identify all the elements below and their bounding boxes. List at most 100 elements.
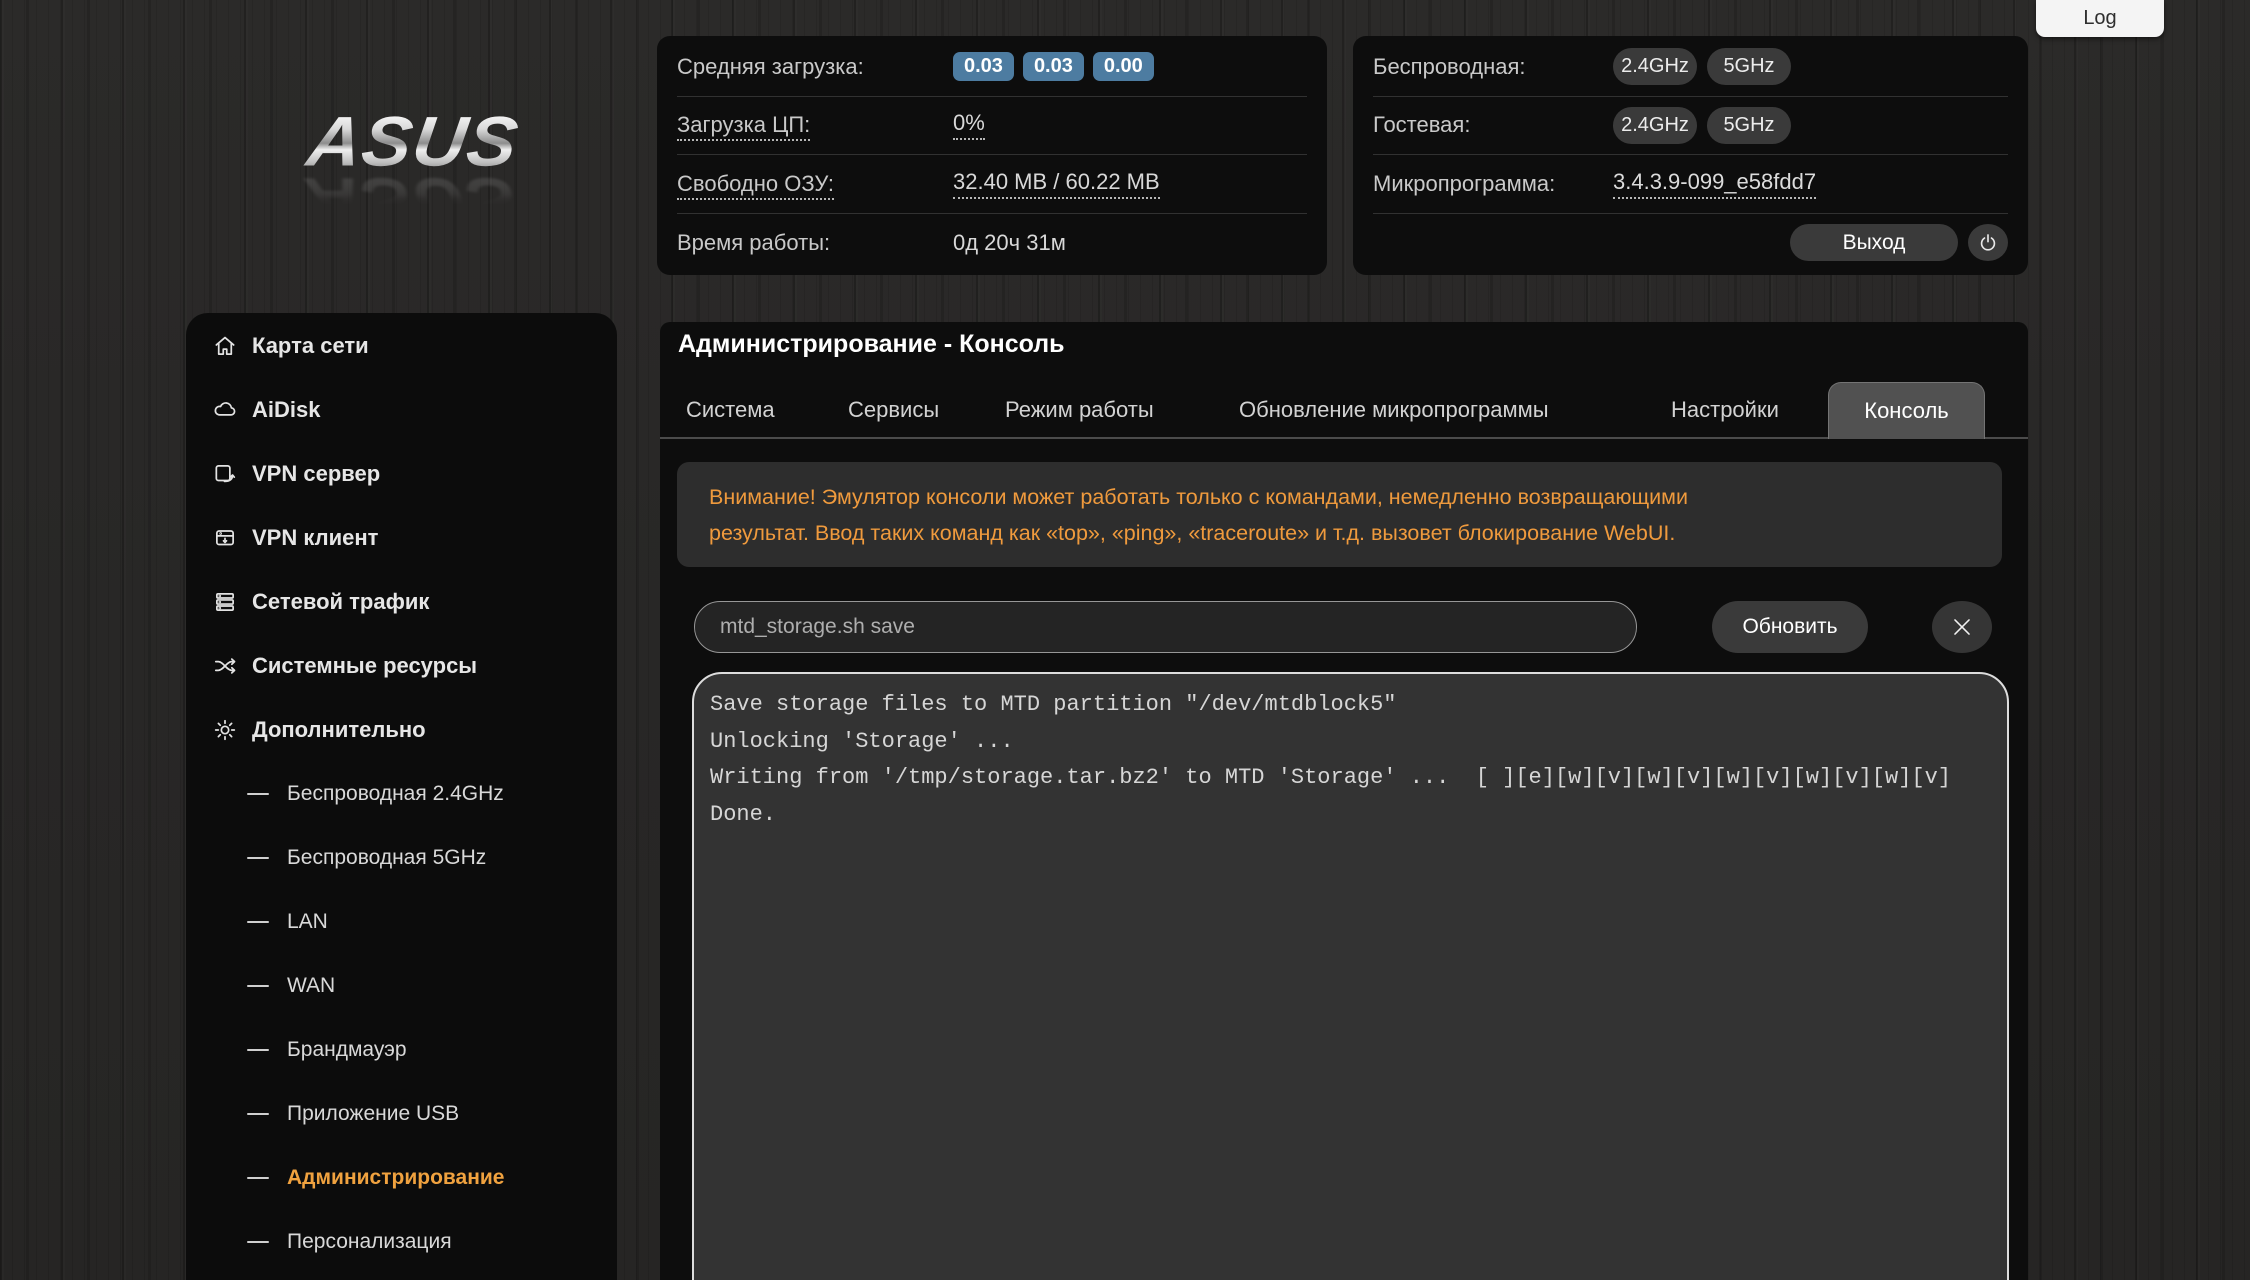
asus-logo-reflection: ASUS	[263, 163, 562, 242]
close-icon	[1954, 619, 1970, 635]
cpu-load-row: Загрузка ЦП: 0%	[677, 97, 1307, 155]
vpn-client-icon	[212, 525, 238, 551]
home-icon	[212, 333, 238, 359]
dash-icon	[247, 921, 269, 923]
sidebar-item-network-traffic[interactable]: Сетевой трафик	[186, 570, 617, 634]
uptime-label: Время работы:	[677, 229, 831, 255]
sidebar-item-aidisk[interactable]: AiDisk	[186, 378, 617, 442]
wireless-5ghz-button[interactable]: 5GHz	[1707, 48, 1791, 86]
load-badge-1m: 0.03	[953, 52, 1014, 82]
console-output[interactable]: Save storage files to MTD partition "/de…	[692, 672, 2009, 1280]
logout-row: Выход	[1373, 214, 2008, 273]
tab-operation-mode[interactable]: Режим работы	[1005, 383, 1154, 437]
gear-icon	[212, 717, 238, 743]
console-output-line: Done.	[710, 801, 777, 827]
wireless-panel: Беспроводная: 2.4GHz 5GHz Гостевая: 2.4G…	[1353, 36, 2028, 275]
dash-icon	[247, 1177, 269, 1179]
sidebar-item-system-resources[interactable]: Системные ресурсы	[186, 634, 617, 698]
console-output-line: Unlocking 'Storage' ...	[710, 728, 1014, 754]
dash-icon	[247, 985, 269, 987]
dash-icon	[247, 1049, 269, 1051]
load-badge-5m: 0.03	[1022, 52, 1084, 82]
wireless-label: Беспроводная:	[1373, 53, 1526, 79]
clear-button[interactable]	[1932, 601, 1992, 653]
tab-services[interactable]: Сервисы	[848, 383, 939, 437]
sidebar-subitem-label: Приложение USB	[287, 1102, 460, 1125]
sidebar-item-advanced[interactable]: Дополнительно	[186, 698, 617, 762]
log-button[interactable]: Log	[2036, 0, 2164, 37]
firmware-label: Микропрограмма:	[1373, 170, 1556, 196]
sidebar-subitem-label: Брандмауэр	[287, 1038, 407, 1061]
load-average-badges: 0.03 0.03 0.00	[953, 52, 1163, 82]
sidebar-item-label: Системные ресурсы	[252, 653, 478, 678]
sidebar-item-label: Дополнительно	[252, 717, 426, 742]
console-output-line: Save storage files to MTD partition "/de…	[710, 692, 1397, 717]
sidebar-item-label: Карта сети	[252, 333, 369, 358]
guest-label: Гостевая:	[1373, 112, 1471, 138]
load-average-label: Средняя загрузка:	[677, 53, 864, 79]
uptime-row: Время работы: 0д 20ч 31м	[677, 214, 1307, 273]
asus-logo-text: ASUS	[263, 102, 562, 181]
dash-icon	[247, 793, 269, 795]
sidebar-item-lan[interactable]: LAN	[186, 890, 617, 954]
dash-icon	[247, 1113, 269, 1115]
sidebar-subitem-label: Администрирование	[287, 1166, 505, 1189]
console-warning: Внимание! Эмулятор консоли может работат…	[677, 462, 2002, 567]
sidebar-subitem-label: Беспроводная 2.4GHz	[287, 782, 504, 805]
firmware-version-link[interactable]: 3.4.3.9-099_e58fdd7	[1613, 169, 1817, 199]
sidebar: Карта сети AiDisk VPN сервер VPN клиент …	[186, 313, 617, 1280]
cloud-icon	[212, 397, 238, 423]
tab-settings[interactable]: Настройки	[1671, 383, 1779, 437]
guest-5ghz-button[interactable]: 5GHz	[1707, 106, 1791, 144]
firmware-row: Микропрограмма: 3.4.3.9-099_e58fdd7	[1373, 155, 2008, 214]
sidebar-item-label: AiDisk	[252, 397, 321, 422]
sidebar-item-personalization[interactable]: Персонализация	[186, 1210, 617, 1274]
command-input[interactable]	[694, 601, 1637, 653]
sidebar-item-administration[interactable]: Администрирование	[186, 1146, 617, 1210]
asus-logo: ASUS ASUS	[268, 102, 558, 242]
warning-line-2: результат. Ввод таких команд как «top», …	[709, 521, 1676, 545]
guest-row: Гостевая: 2.4GHz 5GHz	[1373, 97, 2008, 155]
free-ram-row: Свободно ОЗУ: 32.40 MB / 60.22 MB	[677, 155, 1307, 214]
shuffle-icon	[212, 653, 238, 679]
tab-separator-line	[660, 437, 2028, 439]
sidebar-subitem-label: Беспроводная 5GHz	[287, 846, 487, 869]
logout-button[interactable]: Выход	[1790, 224, 1958, 262]
uptime-value: 0д 20ч 31м	[953, 229, 1066, 255]
vpn-server-icon	[212, 461, 238, 487]
sidebar-subitem-label: LAN	[287, 910, 328, 933]
wireless-row: Беспроводная: 2.4GHz 5GHz	[1373, 38, 2008, 97]
reboot-button[interactable]	[1968, 224, 2008, 262]
power-icon	[1980, 233, 1996, 251]
warning-line-1: Внимание! Эмулятор консоли может работат…	[709, 485, 1688, 509]
page-title: Администрирование - Консоль	[678, 330, 1065, 358]
dash-icon	[247, 857, 269, 859]
traffic-icon	[212, 589, 238, 615]
sidebar-item-network-map[interactable]: Карта сети	[186, 314, 617, 378]
sidebar-item-label: VPN клиент	[252, 525, 379, 550]
sidebar-item-vpn-server[interactable]: VPN сервер	[186, 442, 617, 506]
guest-24ghz-button[interactable]: 2.4GHz	[1613, 106, 1697, 144]
sidebar-item-firewall[interactable]: Брандмауэр	[186, 1018, 617, 1082]
wireless-24ghz-button[interactable]: 2.4GHz	[1613, 48, 1697, 86]
dash-icon	[247, 1241, 269, 1243]
cpu-load-label: Загрузка ЦП:	[677, 112, 953, 142]
sidebar-item-wan[interactable]: WAN	[186, 954, 617, 1018]
load-average-row: Средняя загрузка: 0.03 0.03 0.00	[677, 38, 1307, 97]
free-ram-value: 32.40 MB / 60.22 MB	[953, 169, 1160, 199]
sidebar-subitem-label: Персонализация	[287, 1230, 452, 1253]
free-ram-label: Свободно ОЗУ:	[677, 170, 953, 200]
sidebar-item-wireless-5ghz[interactable]: Беспроводная 5GHz	[186, 826, 617, 890]
tab-system[interactable]: Система	[686, 383, 775, 437]
cpu-load-value: 0%	[953, 110, 985, 141]
sidebar-subitem-label: WAN	[287, 974, 336, 997]
tab-firmware-upgrade[interactable]: Обновление микропрограммы	[1239, 383, 1549, 437]
system-stats-panel: Средняя загрузка: 0.03 0.03 0.00 Загрузка …	[657, 36, 1327, 275]
sidebar-item-label: VPN сервер	[252, 461, 381, 486]
sidebar-item-vpn-client[interactable]: VPN клиент	[186, 506, 617, 570]
refresh-button[interactable]: Обновить	[1712, 601, 1868, 653]
sidebar-item-wireless-24ghz[interactable]: Беспроводная 2.4GHz	[186, 762, 617, 826]
tab-console[interactable]: Консоль	[1828, 382, 1985, 439]
sidebar-item-usb-application[interactable]: Приложение USB	[186, 1082, 617, 1146]
console-output-line: Writing from '/tmp/storage.tar.bz2' to M…	[710, 765, 1952, 790]
